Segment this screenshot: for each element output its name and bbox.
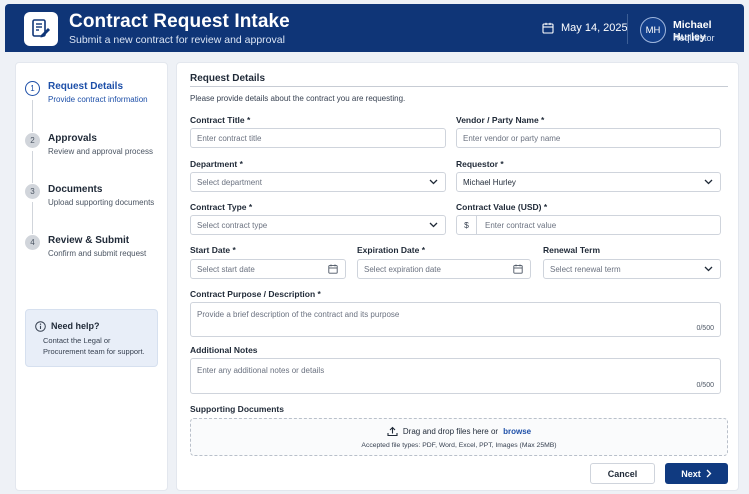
requestor-label: Requestor * [456, 159, 504, 169]
purpose-label: Contract Purpose / Description * [190, 289, 321, 299]
purpose-textarea[interactable]: Provide a brief description of the contr… [190, 302, 721, 337]
contract-type-select[interactable]: Select contract type [190, 215, 446, 235]
document-pen-icon [24, 12, 58, 46]
step-number: 3 [25, 184, 40, 199]
contract-type-placeholder: Select contract type [197, 220, 268, 230]
purpose-placeholder: Provide a brief description of the contr… [197, 310, 400, 319]
help-text: Contact the Legal or Procurement team fo… [43, 336, 145, 356]
step-approvals[interactable]: 2 Approvals Review and approval process [25, 133, 165, 163]
cancel-button[interactable]: Cancel [590, 463, 655, 484]
vendor-placeholder: Enter vendor or party name [463, 133, 561, 143]
requestor-value: Michael Hurley [463, 177, 516, 187]
step-description: Upload supporting documents [48, 198, 155, 207]
vendor-input[interactable]: Enter vendor or party name [456, 128, 721, 148]
renewal-term-placeholder: Select renewal term [550, 264, 621, 274]
step-description: Confirm and submit request [48, 249, 147, 258]
requestor-select[interactable]: Michael Hurley [456, 172, 721, 192]
department-select[interactable]: Select department [190, 172, 446, 192]
calendar-icon [328, 264, 338, 274]
section-divider [190, 86, 728, 87]
chevron-right-icon [706, 469, 712, 478]
contract-value-input[interactable]: $ Enter contract value [456, 215, 721, 235]
header-divider [627, 14, 628, 44]
help-panel: Need help? Contact the Legal or Procurem… [25, 309, 158, 367]
step-number: 4 [25, 235, 40, 250]
expiration-date-label: Expiration Date * [357, 245, 426, 255]
steps-sidebar: 1 Request Details Provide contract infor… [15, 62, 168, 491]
department-placeholder: Select department [197, 177, 262, 187]
upload-icon [387, 426, 398, 437]
start-date-picker[interactable]: Select start date [190, 259, 346, 279]
step-title: Approvals [48, 133, 97, 144]
department-label: Department * [190, 159, 243, 169]
calendar-icon [513, 264, 523, 274]
step-number: 1 [25, 81, 40, 96]
browse-link[interactable]: browse [503, 427, 531, 436]
expiration-date-picker[interactable]: Select expiration date [357, 259, 531, 279]
contract-title-placeholder: Enter contract title [197, 133, 262, 143]
step-documents[interactable]: 3 Documents Upload supporting documents [25, 184, 165, 214]
step-description: Review and approval process [48, 147, 153, 156]
chevron-down-icon [704, 179, 713, 185]
contract-value-label: Contract Value (USD) * [456, 202, 548, 212]
chevron-down-icon [429, 222, 438, 228]
step-number: 2 [25, 133, 40, 148]
step-review-submit[interactable]: 4 Review & Submit Confirm and submit req… [25, 235, 165, 265]
step-title: Documents [48, 184, 103, 195]
form-intro: Please provide details about the contrac… [190, 94, 406, 103]
file-dropzone[interactable]: Drag and drop files here or browse Accep… [190, 418, 728, 456]
contract-type-label: Contract Type * [190, 202, 253, 212]
start-date-label: Start Date * [190, 245, 236, 255]
notes-placeholder: Enter any additional notes or details [197, 366, 325, 375]
renewal-term-label: Renewal Term [543, 245, 601, 255]
notes-char-counter: 0/500 [696, 382, 714, 389]
notes-textarea[interactable]: Enter any additional notes or details 0/… [190, 358, 721, 394]
date-text: May 14, 2025 [561, 22, 628, 34]
help-title: Need help? [51, 321, 100, 331]
info-icon [35, 321, 46, 332]
section-title: Request Details [190, 73, 266, 84]
renewal-term-select[interactable]: Select renewal term [543, 259, 721, 279]
next-button[interactable]: Next [665, 463, 728, 484]
cancel-label: Cancel [607, 468, 638, 479]
app-subtitle: Submit a new contract for review and app… [69, 34, 285, 46]
drop-text: Drag and drop files here or [402, 427, 499, 436]
documents-label: Supporting Documents [190, 404, 284, 414]
step-request-details[interactable]: 1 Request Details Provide contract infor… [25, 81, 165, 111]
next-label: Next [681, 468, 701, 479]
avatar[interactable]: MH [640, 17, 666, 43]
chevron-down-icon [704, 266, 713, 272]
app-header: Contract Request Intake Submit a new con… [5, 4, 744, 52]
contract-value-placeholder: Enter contract value [485, 220, 557, 230]
calendar-icon [542, 22, 554, 34]
vendor-label: Vendor / Party Name * [456, 115, 545, 125]
app-title: Contract Request Intake [69, 11, 290, 32]
purpose-char-counter: 0/500 [696, 325, 714, 332]
current-date: May 14, 2025 [542, 22, 628, 34]
step-title: Request Details [48, 81, 124, 92]
user-role: Requestor [673, 33, 715, 43]
contract-title-label: Contract Title * [190, 115, 251, 125]
notes-label: Additional Notes [190, 345, 258, 355]
step-title: Review & Submit [48, 235, 130, 246]
request-details-form: Request Details Please provide details a… [176, 62, 739, 491]
step-description: Provide contract information [48, 95, 148, 104]
expiration-date-placeholder: Select expiration date [364, 264, 441, 274]
start-date-placeholder: Select start date [197, 264, 255, 274]
contract-title-input[interactable]: Enter contract title [190, 128, 446, 148]
chevron-down-icon [429, 179, 438, 185]
currency-prefix: $ [457, 216, 477, 234]
dropzone-message: Drag and drop files here or browse [191, 426, 727, 437]
accepted-file-types: Accepted file types: PDF, Word, Excel, P… [361, 442, 557, 449]
